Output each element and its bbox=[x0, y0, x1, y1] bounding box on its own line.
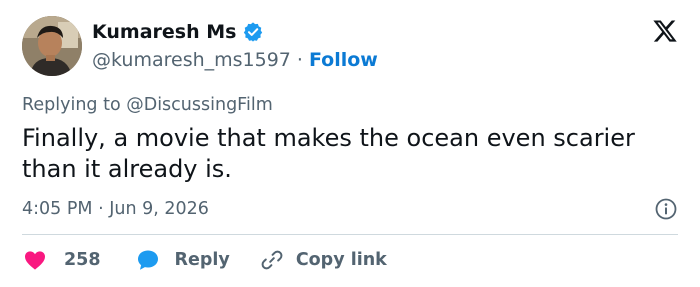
verified-badge-icon bbox=[244, 22, 263, 42]
follow-button[interactable]: Follow bbox=[309, 48, 378, 72]
avatar-image bbox=[22, 16, 82, 76]
heart-icon bbox=[25, 251, 45, 270]
tweet-timestamp[interactable]: 4:05 PM · Jun 9, 2026 bbox=[22, 197, 209, 221]
separator-dot: · bbox=[296, 49, 303, 71]
info-icon[interactable] bbox=[654, 197, 678, 221]
copy-link-button[interactable]: Copy link bbox=[260, 248, 387, 272]
speech-bubble-icon bbox=[137, 250, 158, 270]
copy-link-label: Copy link bbox=[295, 250, 387, 270]
like-count: 258 bbox=[64, 250, 101, 270]
link-icon bbox=[261, 250, 283, 270]
author-handle[interactable]: @kumaresh_ms1597 bbox=[92, 48, 291, 72]
replying-to[interactable]: Replying to @DiscussingFilm bbox=[22, 93, 273, 117]
reply-button[interactable]: Reply bbox=[135, 248, 230, 272]
author-name-row: Kumaresh Ms bbox=[92, 20, 264, 44]
author-handle-row: @kumaresh_ms1597 · Follow bbox=[92, 48, 378, 72]
x-logo-icon[interactable] bbox=[652, 18, 678, 44]
tweet-card: Kumaresh Ms @kumaresh_ms1597 · Follow Re… bbox=[0, 0, 700, 287]
divider bbox=[22, 234, 678, 235]
tweet-text: Finally, a movie that makes the ocean ev… bbox=[22, 124, 635, 183]
author-name[interactable]: Kumaresh Ms bbox=[92, 20, 236, 44]
reply-label: Reply bbox=[174, 250, 230, 270]
like-button[interactable]: 258 bbox=[22, 248, 101, 272]
action-bar: 258 Reply Copy link bbox=[22, 246, 387, 274]
avatar[interactable] bbox=[22, 16, 82, 76]
